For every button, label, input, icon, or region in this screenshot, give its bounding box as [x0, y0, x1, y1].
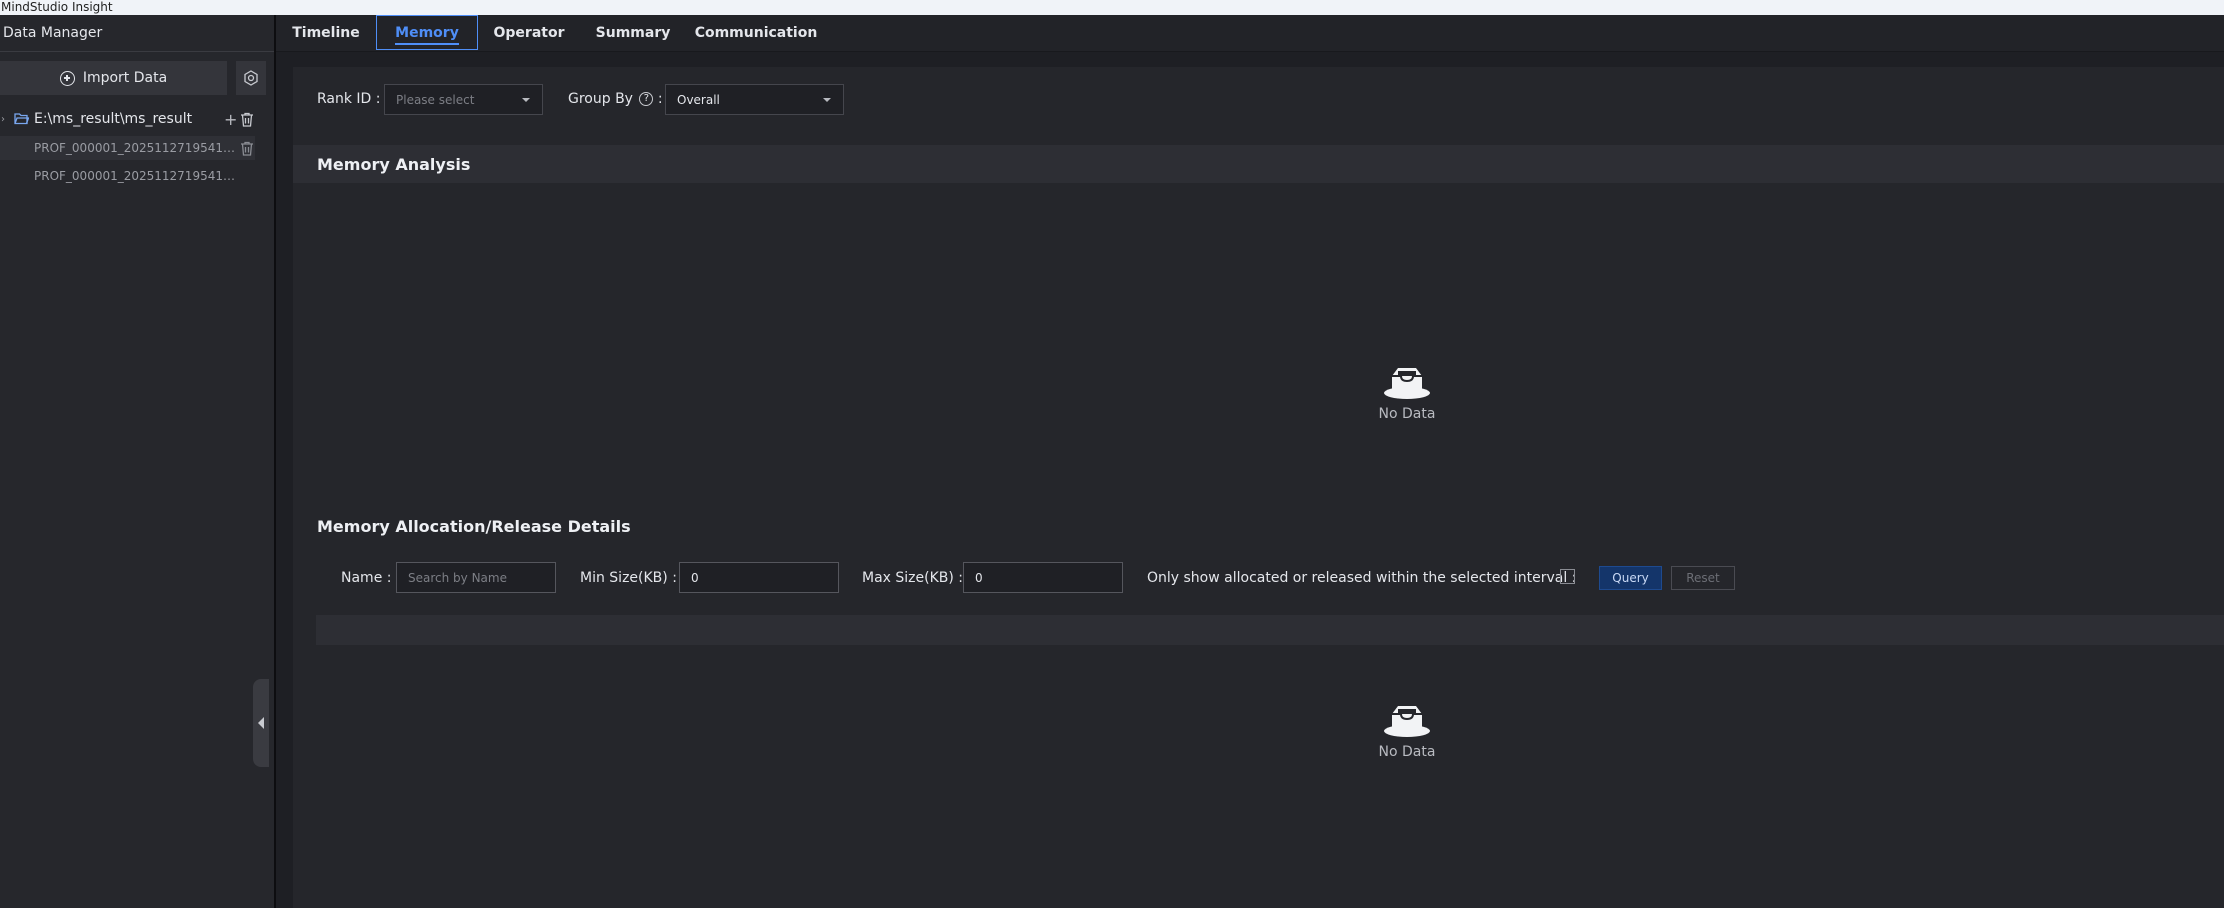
rank-id-select[interactable]: Please select — [384, 84, 543, 115]
import-data-label: Import Data — [82, 70, 168, 86]
empty-box-icon — [1384, 368, 1430, 399]
empty-text: No Data — [1378, 406, 1436, 422]
main-tabbar: Timeline Memory Operator Summary Communi… — [276, 15, 2224, 52]
min-size-input[interactable]: 0 — [679, 562, 839, 593]
sidebar-border — [274, 15, 276, 908]
details-table-header — [316, 615, 2224, 645]
tab-operator[interactable]: Operator — [478, 15, 580, 50]
max-size-value: 0 — [975, 570, 983, 585]
tab-communication[interactable]: Communication — [686, 15, 826, 50]
memory-panel — [293, 67, 2224, 908]
group-by-text: Group By — [568, 91, 633, 107]
interval-checkbox[interactable] — [1560, 569, 1575, 584]
min-size-label: Min Size(KB) : — [580, 570, 677, 586]
details-table-empty: No Data — [1347, 704, 1467, 760]
active-tab-indicator — [395, 43, 459, 45]
chevron-right-icon[interactable]: › — [1, 114, 5, 125]
rank-id-placeholder: Please select — [396, 92, 475, 107]
group-by-select[interactable]: Overall — [665, 84, 844, 115]
tab-timeline[interactable]: Timeline — [276, 15, 376, 50]
collapse-sidebar-handle[interactable] — [253, 679, 269, 767]
tree-child-label: PROF_000001_20251127195410378_... — [34, 169, 236, 183]
name-placeholder: Search by Name — [408, 570, 507, 585]
empty-text: No Data — [1378, 744, 1436, 760]
tree-root-label: E:\ms_result\ms_result — [34, 111, 193, 127]
tab-label: Memory — [395, 24, 459, 41]
trash-icon[interactable] — [240, 141, 254, 156]
tab-label: Timeline — [292, 24, 360, 41]
settings-button[interactable] — [236, 61, 266, 95]
trash-icon[interactable] — [240, 112, 254, 127]
tab-summary[interactable]: Summary — [580, 15, 686, 50]
reset-button[interactable]: Reset — [1671, 566, 1735, 590]
tab-label: Operator — [493, 24, 565, 41]
max-size-label: Max Size(KB) : — [862, 570, 964, 586]
data-manager-sidebar: Data Manager Import Data › E:\ms_result\… — [0, 15, 274, 908]
max-size-input[interactable]: 0 — [963, 562, 1123, 593]
chevron-down-icon — [522, 98, 530, 102]
sidebar-divider — [0, 51, 274, 52]
folder-open-icon — [14, 113, 29, 125]
caret-left-icon — [258, 717, 264, 729]
query-label: Query — [1612, 571, 1649, 585]
sidebar-title: Data Manager — [3, 25, 103, 41]
reset-label: Reset — [1686, 571, 1720, 585]
tree-child-label: PROF_000001_20251127195410300_... — [34, 141, 236, 155]
add-circle-icon — [59, 70, 75, 86]
add-icon[interactable]: + — [224, 110, 237, 129]
tab-memory[interactable]: Memory — [376, 15, 478, 50]
interval-filter-label: Only show allocated or released within t… — [1147, 570, 1577, 586]
gear-icon — [244, 70, 258, 86]
import-data-button[interactable]: Import Data — [0, 61, 227, 95]
chevron-down-icon — [823, 98, 831, 102]
memory-analysis-empty: No Data — [1347, 366, 1467, 422]
tree-child-item[interactable]: PROF_000001_20251127195410378_... — [0, 164, 255, 188]
empty-box-icon — [1384, 706, 1430, 737]
memory-analysis-header — [293, 145, 2224, 183]
window-titlebar: MindStudio Insight — [0, 0, 2224, 15]
rank-id-label: Rank ID : — [317, 91, 381, 107]
group-by-colon: : — [657, 91, 663, 107]
tab-label: Communication — [694, 24, 818, 41]
query-button[interactable]: Query — [1599, 566, 1662, 590]
app-title: MindStudio Insight — [1, 0, 113, 14]
tab-label: Summary — [595, 24, 671, 41]
tree-child-item[interactable]: PROF_000001_20251127195410300_... — [0, 136, 255, 160]
min-size-value: 0 — [691, 570, 699, 585]
group-by-label: Group By ? : — [568, 91, 663, 107]
name-label: Name : — [341, 570, 392, 586]
group-by-value: Overall — [677, 92, 720, 107]
details-title: Memory Allocation/Release Details — [317, 517, 631, 536]
tree-root-folder[interactable]: › E:\ms_result\ms_result + — [0, 107, 255, 131]
help-icon[interactable]: ? — [639, 92, 654, 106]
name-search-input[interactable]: Search by Name — [396, 562, 556, 593]
memory-analysis-title: Memory Analysis — [317, 155, 471, 174]
